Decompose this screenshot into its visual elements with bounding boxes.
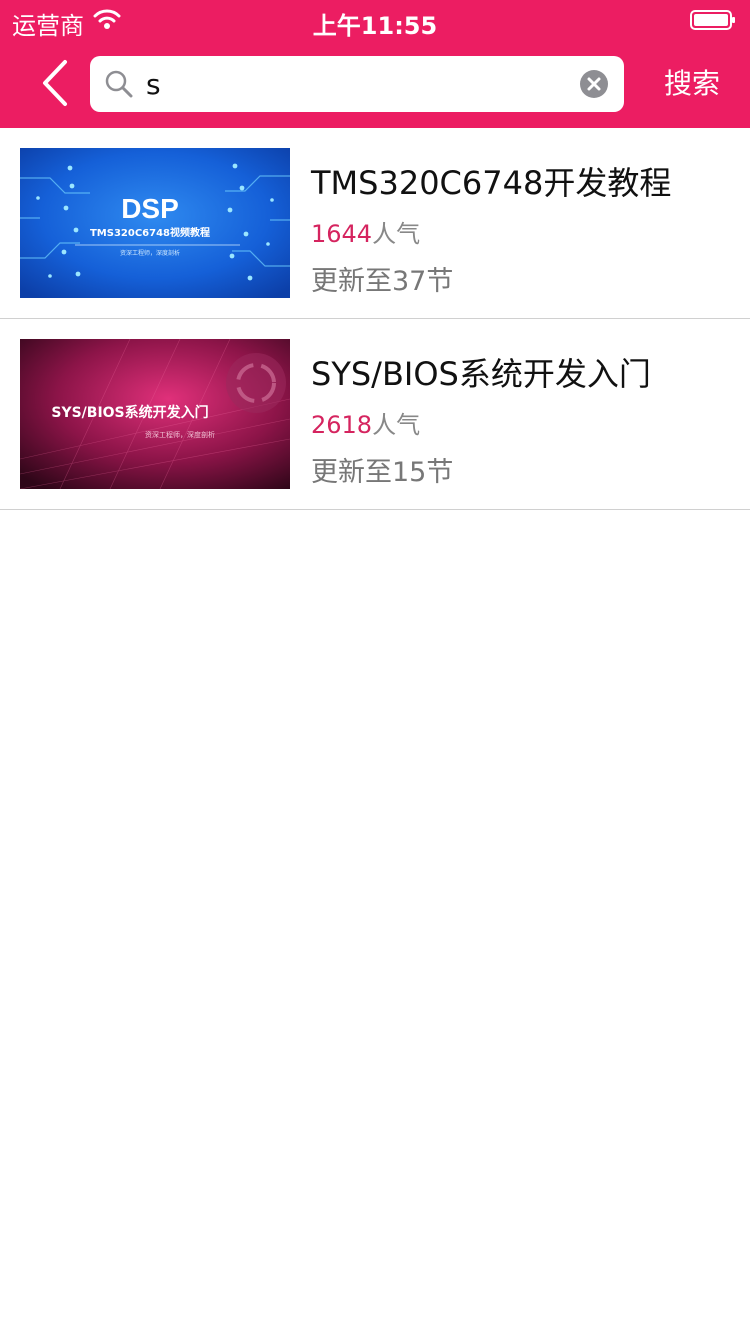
course-thumbnail: SYS/BIOS系统开发入门 资深工程师，深度剖析 bbox=[20, 339, 290, 489]
clear-icon[interactable] bbox=[580, 70, 608, 98]
thumb-tagline: 资深工程师，深度剖析 bbox=[145, 430, 215, 439]
list-item[interactable]: DSP TMS320C6748视频教程 资深工程师，深度剖析 TMS320C67… bbox=[0, 128, 750, 319]
chevron-left-icon bbox=[43, 60, 67, 106]
thumb-heading: DSP bbox=[121, 193, 179, 224]
thumb-subtitle: TMS320C6748视频教程 bbox=[90, 226, 210, 239]
popularity-count: 1644 bbox=[311, 220, 373, 248]
thumb-heading: SYS/BIOS系统开发入门 bbox=[51, 404, 208, 421]
update-status: 更新至37节 bbox=[311, 266, 454, 297]
list-item[interactable]: SYS/BIOS系统开发入门 资深工程师，深度剖析 SYS/BIOS系统开发入门… bbox=[0, 319, 750, 510]
result-list: DSP TMS320C6748视频教程 资深工程师，深度剖析 TMS320C67… bbox=[0, 128, 750, 510]
course-thumbnail: DSP TMS320C6748视频教程 资深工程师，深度剖析 bbox=[20, 148, 290, 298]
back-button[interactable] bbox=[30, 54, 80, 112]
status-time: 上午11:55 bbox=[312, 12, 438, 40]
search-box[interactable] bbox=[90, 56, 624, 112]
battery-icon bbox=[690, 10, 736, 30]
search-input[interactable] bbox=[146, 64, 556, 104]
course-title: SYS/BIOS系统开发入门 bbox=[311, 355, 651, 393]
popularity-label: 人气 bbox=[372, 220, 421, 248]
loading-ring-icon bbox=[226, 353, 286, 413]
popularity-count: 2618 bbox=[311, 411, 373, 439]
status-bar: 运营商 上午11:55 bbox=[0, 0, 750, 40]
thumb-tagline: 资深工程师，深度剖析 bbox=[120, 249, 180, 257]
search-icon bbox=[104, 69, 134, 99]
popularity: 2618人气 bbox=[311, 405, 420, 440]
update-status: 更新至15节 bbox=[311, 457, 454, 488]
top-bar: 运营商 上午11:55 s 搜索 bbox=[0, 0, 750, 128]
course-title: TMS320C6748开发教程 bbox=[311, 164, 672, 202]
search-button[interactable]: 搜索 bbox=[656, 62, 728, 106]
popularity-label: 人气 bbox=[372, 411, 421, 439]
popularity: 1644人气 bbox=[311, 214, 420, 249]
